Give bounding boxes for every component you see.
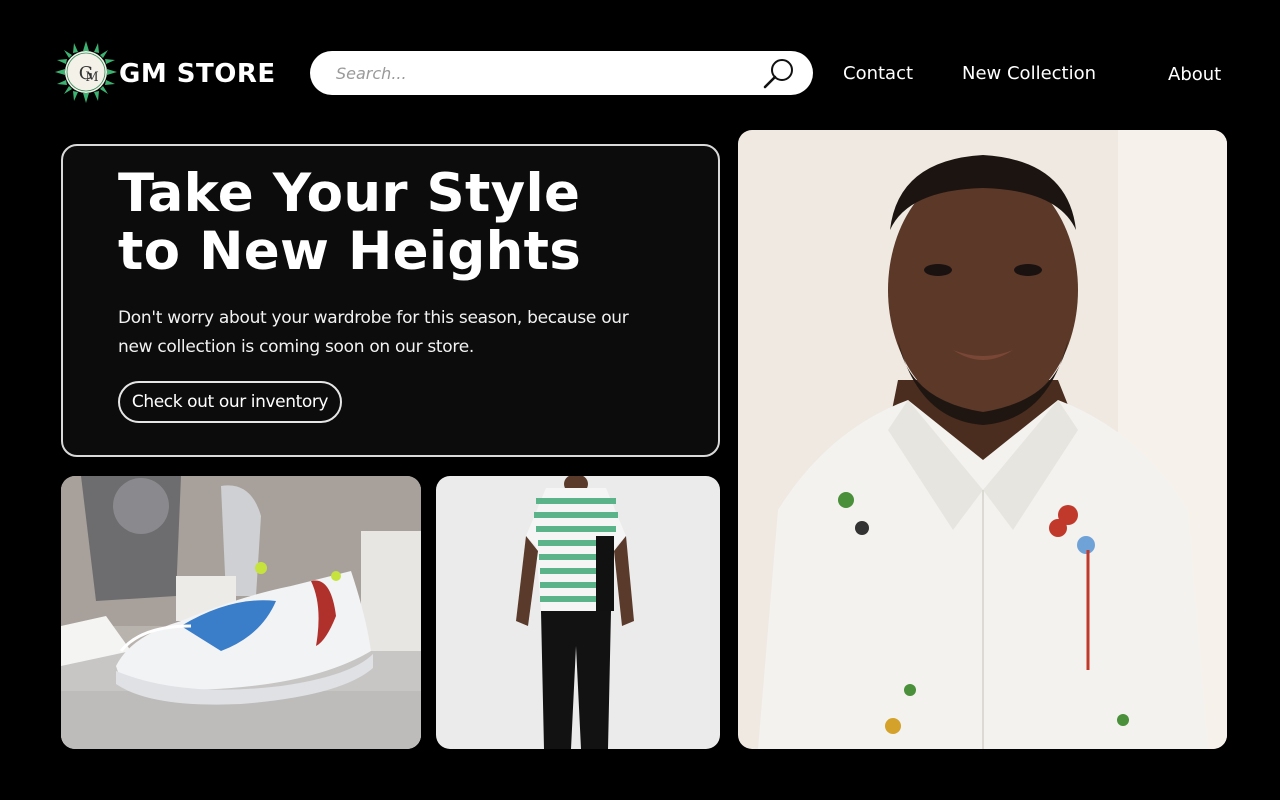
magnifier-icon[interactable] [761,56,797,92]
search-input[interactable] [336,51,756,95]
brand-name[interactable]: GM STORE [119,56,276,92]
model-portrait-image[interactable] [738,130,1227,749]
nav-about[interactable]: About [1168,61,1221,89]
search-bar[interactable] [310,51,813,95]
hero-title-line-2: to New Heights [118,221,582,282]
sneaker-image[interactable] [61,476,421,749]
nav-new-collection[interactable]: New Collection [962,60,1096,88]
hero-subtitle: Don't worry about your wardrobe for this… [118,304,658,362]
check-inventory-button[interactable]: Check out our inventory [118,381,342,423]
hero-title: Take Your Style to New Heights [118,165,698,281]
hero-title-line-1: Take Your Style [118,163,581,224]
nav-contact[interactable]: Contact [843,60,913,88]
jersey-image[interactable] [436,476,720,749]
hero-subtitle-line-1: Don't worry about your wardrobe for this… [118,308,629,328]
gm-logo-icon[interactable]: G M [55,41,117,103]
hero-subtitle-line-2: new collection is coming soon on our sto… [118,337,474,357]
svg-text:M: M [85,70,98,85]
